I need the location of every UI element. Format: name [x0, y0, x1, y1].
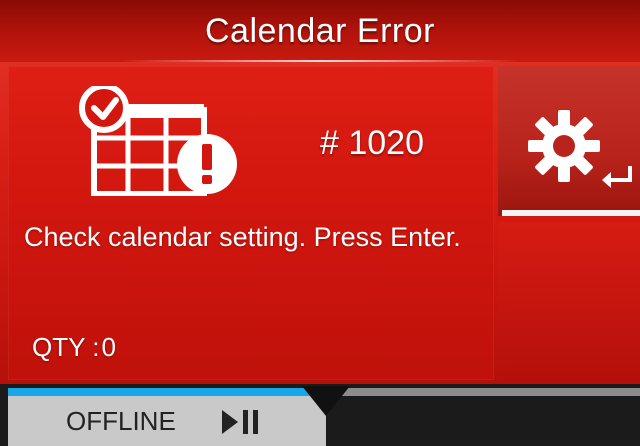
enter-icon: [602, 166, 632, 188]
settings-button-underline: [502, 210, 640, 216]
marker-triangle: [302, 386, 350, 416]
error-code: # 1020: [320, 124, 424, 162]
title-bar: Calendar Error: [0, 0, 640, 62]
offline-label: OFFLINE: [66, 406, 176, 436]
gear-icon: [528, 110, 600, 182]
progress-track: [340, 388, 640, 396]
quantity-value: 0: [101, 332, 116, 362]
right-panel: [498, 222, 640, 382]
error-message: Check calendar setting. Press Enter.: [24, 222, 461, 252]
quantity-readout: QTY :0: [32, 332, 116, 363]
printer-screen: Calendar Error # 1020 Check calendar set…: [0, 0, 640, 446]
page-title: Calendar Error: [205, 12, 435, 50]
play-pause-icon: [222, 410, 258, 434]
calendar-error-icon: [79, 86, 237, 196]
title-underline: [120, 60, 520, 62]
progress-indicator: [8, 388, 310, 396]
settings-button[interactable]: [498, 66, 640, 216]
quantity-label: QTY :: [32, 332, 100, 362]
offline-button[interactable]: OFFLINE: [8, 396, 326, 446]
